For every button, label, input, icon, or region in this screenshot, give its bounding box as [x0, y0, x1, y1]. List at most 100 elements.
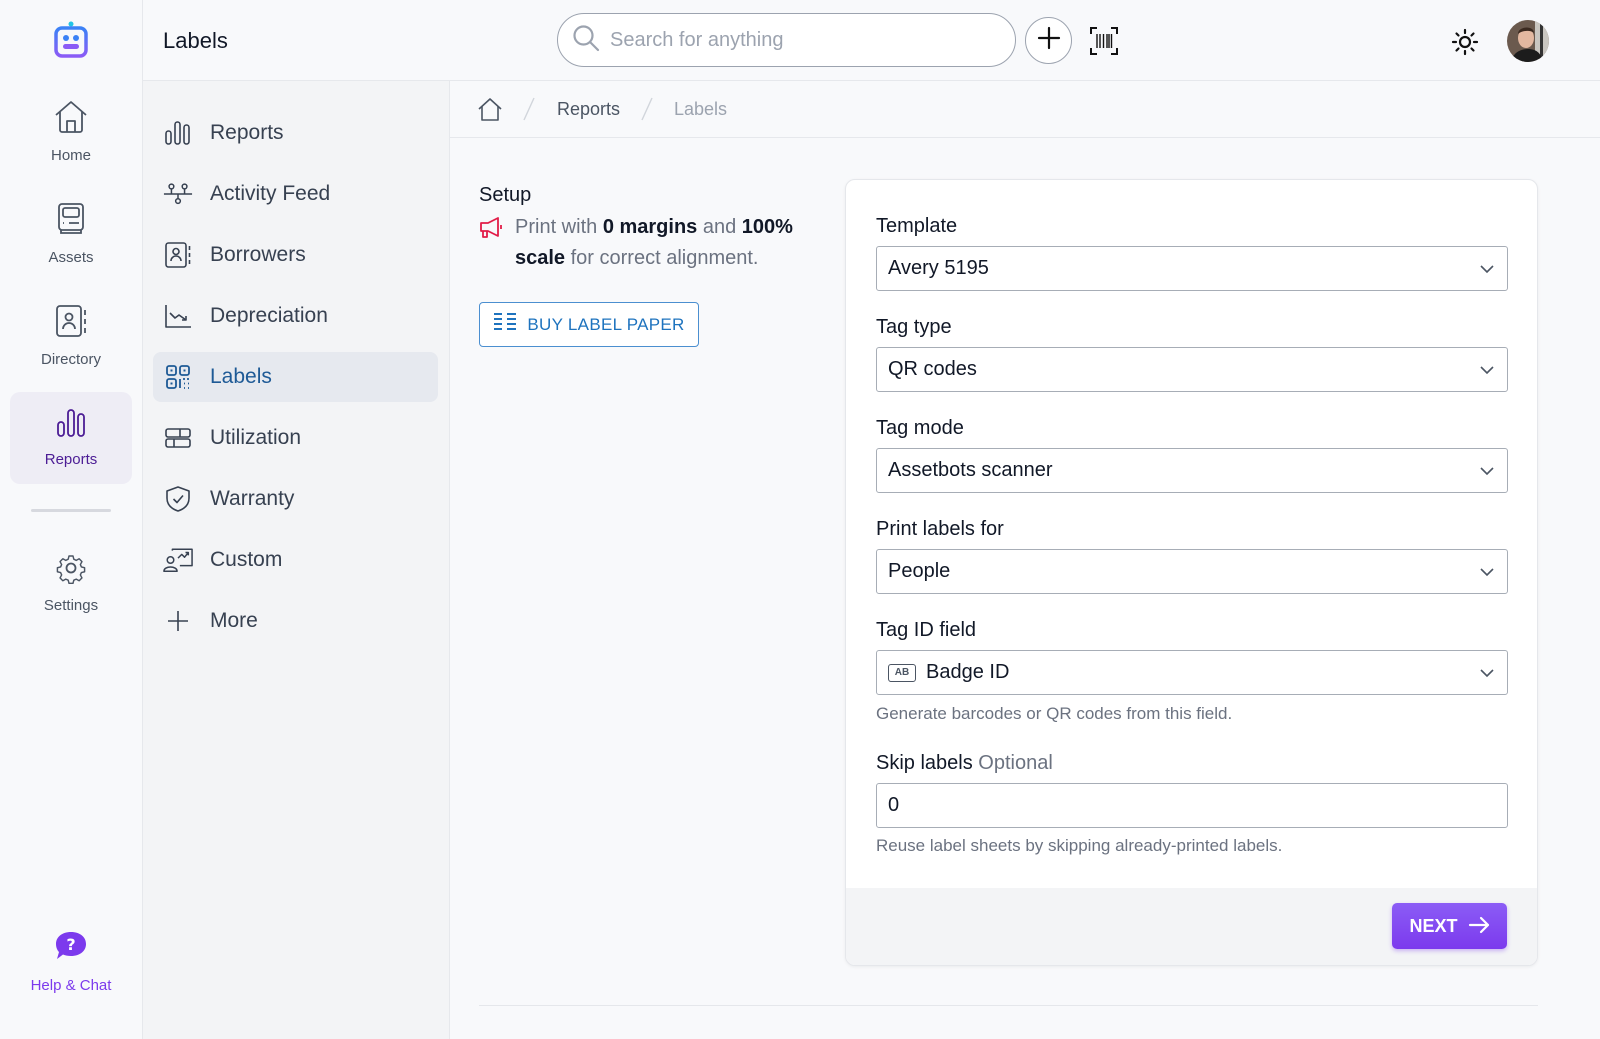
subnav-item-labels[interactable]: Labels: [153, 352, 438, 402]
help-chat-button[interactable]: ? Help & Chat: [10, 930, 132, 1010]
setup-note-text: Print with 0 margins and 100% scale for …: [515, 216, 793, 269]
tag-id-field-help: Generate barcodes or QR codes from this …: [876, 704, 1233, 723]
user-avatar[interactable]: [1507, 20, 1549, 62]
rail-item-reports[interactable]: Reports: [10, 392, 132, 484]
skip-labels-help: Reuse label sheets by skipping already-p…: [876, 836, 1283, 855]
subnav-item-more[interactable]: More: [153, 596, 438, 646]
text-field-icon: AB: [888, 663, 916, 682]
shield-check-icon: [163, 484, 193, 514]
tag-mode-label: Tag mode: [876, 417, 964, 439]
subnav-item-activity-feed[interactable]: Activity Feed: [153, 169, 438, 219]
subnav-item-label: Borrowers: [210, 243, 306, 266]
subnav-item-warranty[interactable]: Warranty: [153, 474, 438, 524]
tag-mode-select[interactable]: Assetbots scanner: [876, 448, 1508, 493]
skip-labels-label: Skip labels Optional: [876, 752, 1053, 774]
subnav-item-label: Labels: [210, 365, 272, 388]
help-chat-label: Help & Chat: [30, 977, 112, 994]
breadcrumb-separator: [522, 96, 536, 122]
print-labels-for-value: People: [888, 560, 951, 582]
print-labels-for-select[interactable]: People: [876, 549, 1508, 594]
skip-labels-input[interactable]: [876, 783, 1508, 828]
template-label: Template: [876, 215, 958, 237]
rail-item-label: Assets: [48, 249, 94, 266]
template-select[interactable]: Avery 5195: [876, 246, 1508, 291]
breadcrumb-current: Labels: [674, 99, 728, 119]
subnav-item-label: Activity Feed: [210, 182, 331, 205]
subnav-item-label: Custom: [210, 548, 283, 571]
subnav-item-label: More: [210, 609, 258, 632]
subnav-item-borrowers[interactable]: Borrowers: [153, 230, 438, 280]
svg-text:?: ?: [66, 935, 75, 954]
qr-code-icon: [163, 362, 193, 392]
chevron-down-icon: [1479, 362, 1495, 378]
page-title: Labels: [163, 28, 228, 53]
contact-book-icon: [163, 240, 193, 270]
subnav-item-custom[interactable]: Custom: [153, 535, 438, 585]
rail-item-label: Directory: [40, 351, 101, 368]
directory-icon: [55, 304, 87, 343]
bar-chart-icon: [163, 118, 193, 148]
rail-item-label: Settings: [43, 597, 99, 614]
arrow-right-icon: [1468, 916, 1490, 937]
reports-icon: [56, 408, 86, 443]
next-button[interactable]: NEXT: [1392, 903, 1507, 949]
breadcrumb-reports-link[interactable]: Reports: [557, 99, 620, 120]
card-footer: NEXT: [846, 888, 1537, 965]
print-labels-for-label: Print labels for: [876, 518, 1004, 540]
top-bar: Labels: [143, 0, 1600, 81]
tag-mode-value: Assetbots scanner: [888, 459, 1053, 481]
chevron-down-icon: [1479, 564, 1495, 580]
barcode-scan-icon: [1089, 27, 1119, 60]
tag-type-label: Tag type: [876, 316, 952, 338]
rail-divider: [31, 509, 111, 512]
plus-icon: [1037, 26, 1061, 55]
list-icon: [493, 312, 517, 337]
custom-report-icon: [163, 545, 193, 575]
buy-label-paper-label: BUY LABEL PAPER: [527, 314, 685, 334]
chevron-down-icon: [1479, 463, 1495, 479]
barcode-scan-button[interactable]: [1089, 26, 1119, 56]
rail-item-directory[interactable]: Directory: [10, 290, 132, 382]
buy-label-paper-button[interactable]: BUY LABEL PAPER: [479, 302, 699, 347]
search-box[interactable]: [557, 13, 1016, 67]
rail-item-label: Reports: [44, 451, 98, 468]
breadcrumb-separator: [640, 96, 654, 122]
setup-heading: Setup: [479, 184, 532, 206]
tag-type-select[interactable]: QR codes: [876, 347, 1508, 392]
add-button[interactable]: [1025, 17, 1072, 64]
trend-down-icon: [163, 301, 193, 331]
subnav-item-label: Depreciation: [210, 304, 328, 327]
chevron-down-icon: [1479, 665, 1495, 681]
tag-id-field-select[interactable]: AB Badge ID: [876, 650, 1508, 695]
help-chat-icon: ?: [54, 930, 88, 967]
rail-item-assets[interactable]: Assets: [10, 188, 132, 280]
gear-icon: [55, 552, 87, 589]
subnav-item-utilization[interactable]: Utilization: [153, 413, 438, 463]
reports-subnav: Reports Activity Feed Borrowers Deprecia…: [143, 81, 450, 1039]
rail-item-home[interactable]: Home: [10, 86, 132, 178]
rail-item-settings[interactable]: Settings: [10, 537, 132, 629]
subnav-item-label: Warranty: [210, 487, 295, 510]
setup-note: Print with 0 margins and 100% scale for …: [479, 212, 809, 274]
subnav-item-reports[interactable]: Reports: [153, 108, 438, 158]
optional-tag: Optional: [978, 752, 1053, 774]
subnav-item-depreciation[interactable]: Depreciation: [153, 291, 438, 341]
primary-rail: Home Assets Directory Reports Settings ?…: [0, 0, 143, 1039]
template-value: Avery 5195: [888, 257, 989, 279]
search-icon: [572, 24, 600, 57]
breadcrumb-home-icon[interactable]: [477, 97, 503, 123]
search-input[interactable]: [610, 28, 990, 52]
theme-toggle-button[interactable]: [1451, 28, 1479, 56]
megaphone-icon: [479, 217, 503, 274]
rail-item-label: Home: [50, 147, 91, 164]
plus-icon: [163, 606, 193, 636]
chevron-down-icon: [1479, 261, 1495, 277]
utilization-icon: [163, 423, 193, 453]
subnav-item-label: Utilization: [210, 426, 302, 449]
home-icon: [53, 100, 89, 139]
breadcrumb: Reports Labels: [450, 81, 1600, 138]
assets-icon: [56, 202, 86, 241]
app-logo-icon[interactable]: [54, 20, 88, 58]
tag-id-field-value: Badge ID: [926, 661, 1010, 683]
activity-icon: [163, 179, 193, 209]
